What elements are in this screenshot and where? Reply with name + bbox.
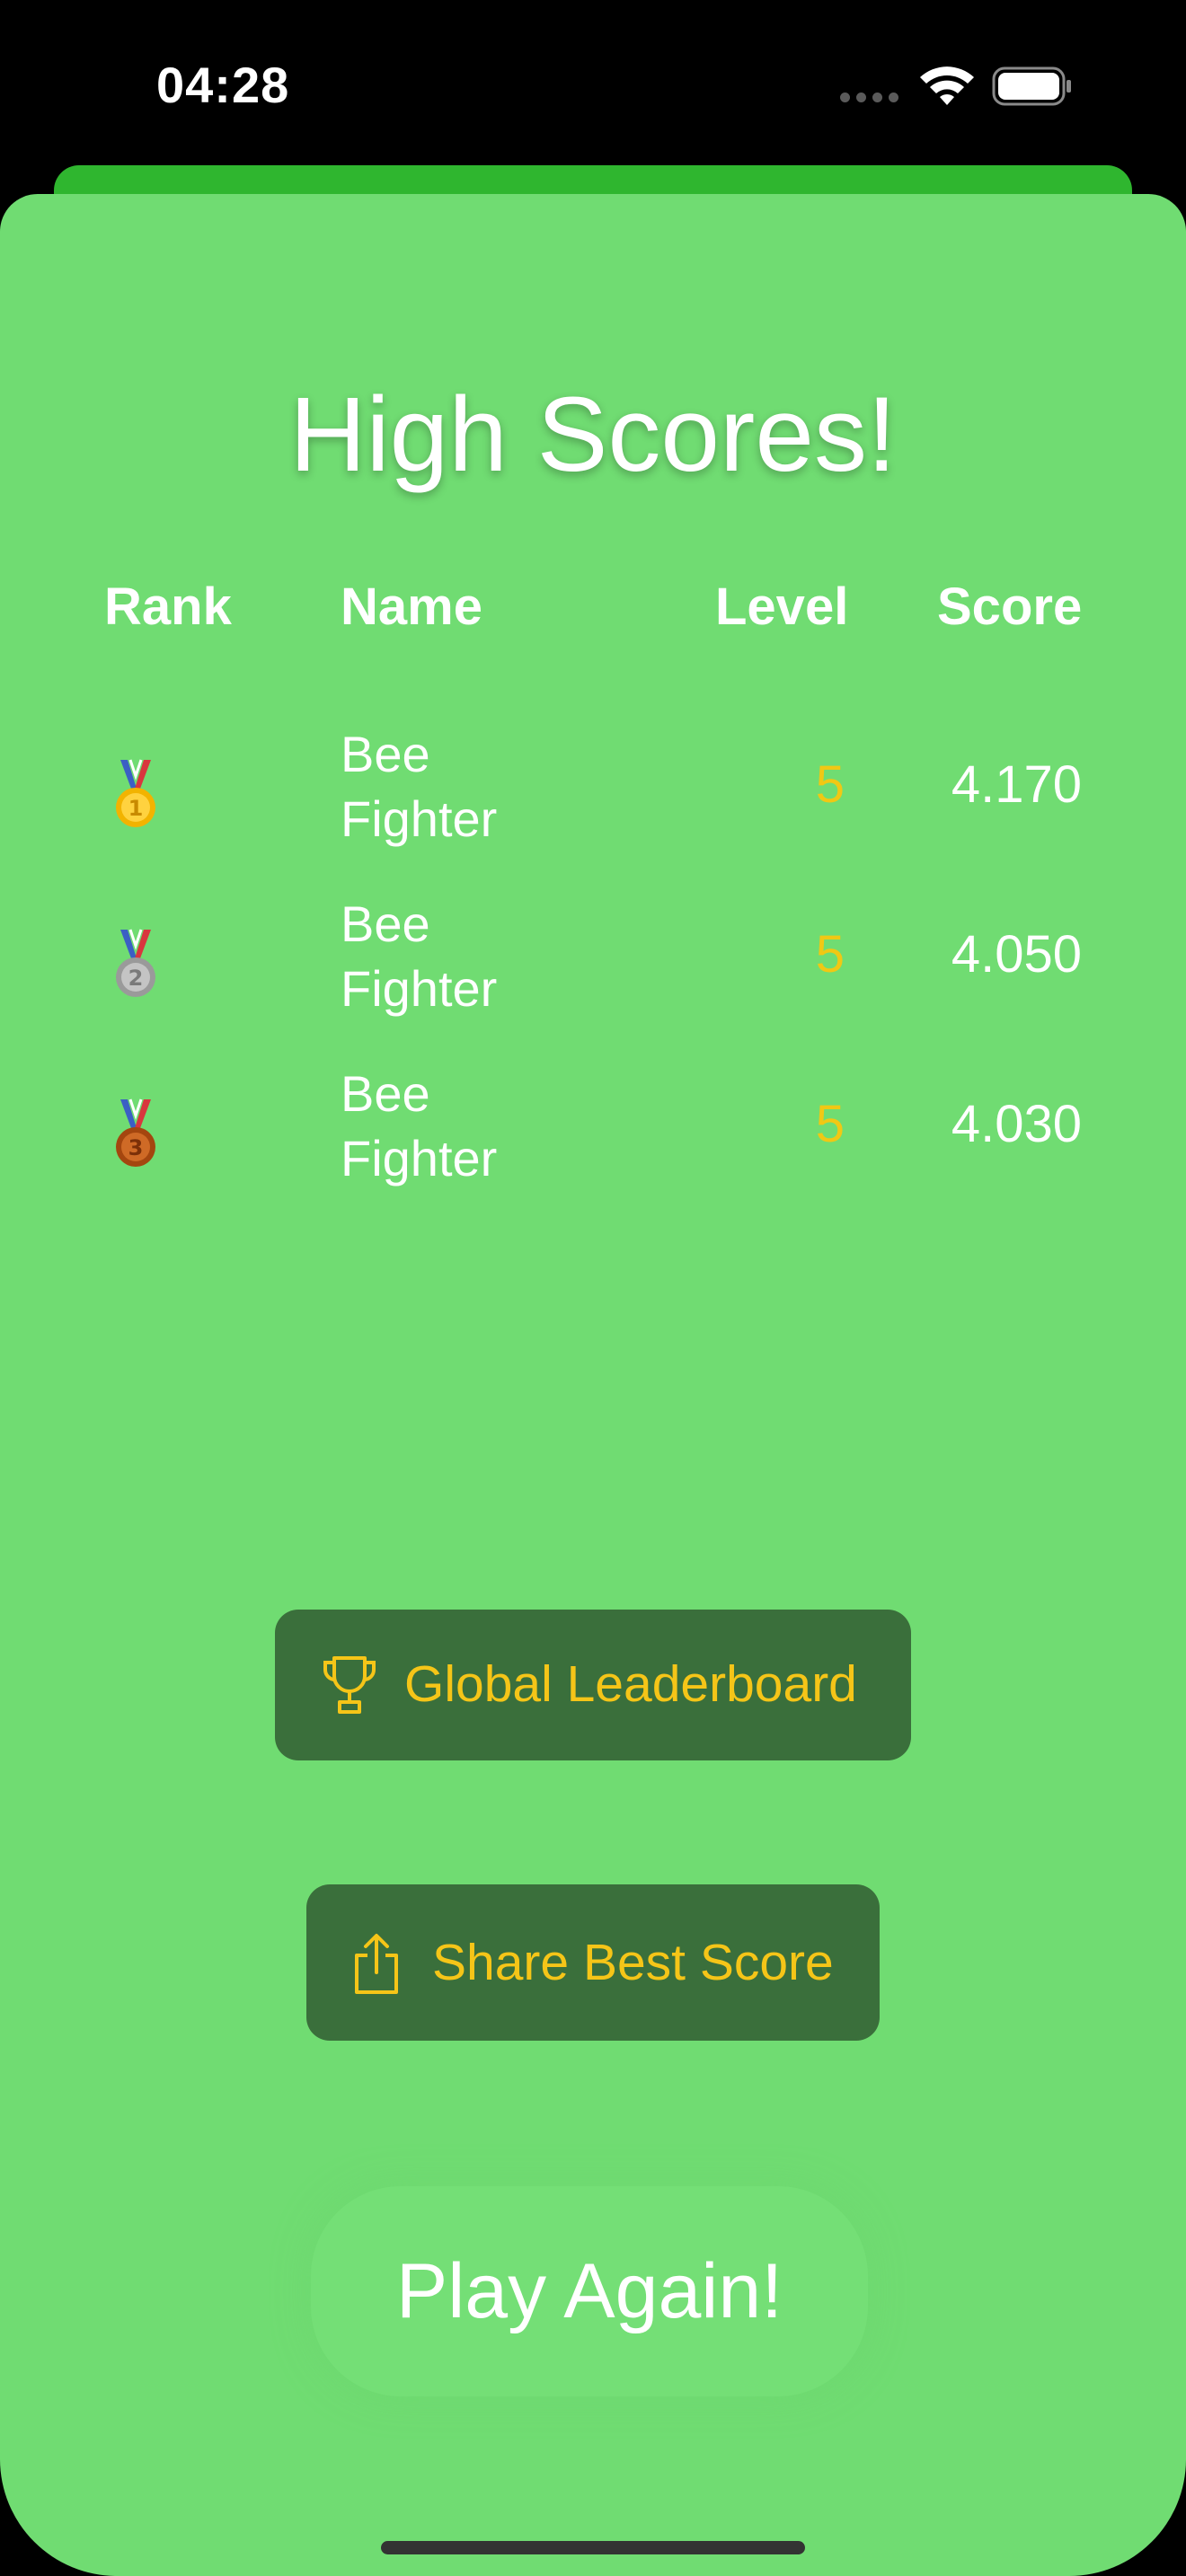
player-name-line2: Fighter — [341, 960, 498, 1017]
battery-icon — [992, 66, 1071, 106]
player-name-line1: Bee — [341, 726, 430, 782]
player-name: Bee Fighter — [341, 1062, 610, 1191]
svg-text:2: 2 — [128, 966, 144, 991]
high-scores-sheet: High Scores! Rank Name Level Score 1 Bee… — [0, 194, 1186, 2576]
global-leaderboard-label: Global Leaderboard — [404, 1655, 857, 1713]
page-title: High Scores! — [289, 375, 897, 494]
player-name: Bee Fighter — [341, 892, 610, 1021]
home-indicator[interactable] — [381, 2541, 805, 2554]
column-header-name: Name — [341, 578, 482, 636]
player-level: 5 — [815, 925, 845, 984]
column-header-rank: Rank — [104, 578, 232, 636]
status-time: 04:28 — [156, 57, 290, 113]
player-level: 5 — [815, 755, 845, 814]
wifi-icon — [920, 66, 974, 105]
cellular-signal-icon — [840, 93, 903, 103]
trophy-icon — [323, 1656, 376, 1714]
status-bar: 04:28 — [0, 0, 1186, 171]
column-header-level: Level — [715, 578, 849, 636]
player-name: Bee Fighter — [341, 722, 610, 851]
share-icon — [355, 1934, 398, 1994]
player-level: 5 — [815, 1095, 845, 1153]
play-again-button[interactable]: Play Again! — [311, 2186, 868, 2396]
gold-medal-icon: 1 — [116, 759, 155, 827]
share-best-score-label: Share Best Score — [432, 1934, 834, 1991]
player-score: 4.050 — [951, 925, 1082, 984]
score-row: 3 Bee Fighter 5 4.030 — [0, 1062, 1186, 1214]
global-leaderboard-button[interactable]: Global Leaderboard — [275, 1610, 911, 1760]
score-row: 2 Bee Fighter 5 4.050 — [0, 892, 1186, 1045]
column-header-score: Score — [937, 578, 1083, 636]
silver-medal-icon: 2 — [116, 929, 155, 997]
player-score: 4.170 — [951, 755, 1082, 814]
score-row: 1 Bee Fighter 5 4.170 — [0, 722, 1186, 875]
svg-text:1: 1 — [128, 796, 144, 821]
share-best-score-button[interactable]: Share Best Score — [306, 1884, 880, 2041]
player-name-line2: Fighter — [341, 1130, 498, 1187]
bronze-medal-icon: 3 — [116, 1098, 155, 1167]
svg-text:3: 3 — [128, 1135, 144, 1160]
player-score: 4.030 — [951, 1095, 1082, 1153]
player-name-line1: Bee — [341, 895, 430, 952]
player-name-line2: Fighter — [341, 790, 498, 847]
player-name-line1: Bee — [341, 1065, 430, 1122]
